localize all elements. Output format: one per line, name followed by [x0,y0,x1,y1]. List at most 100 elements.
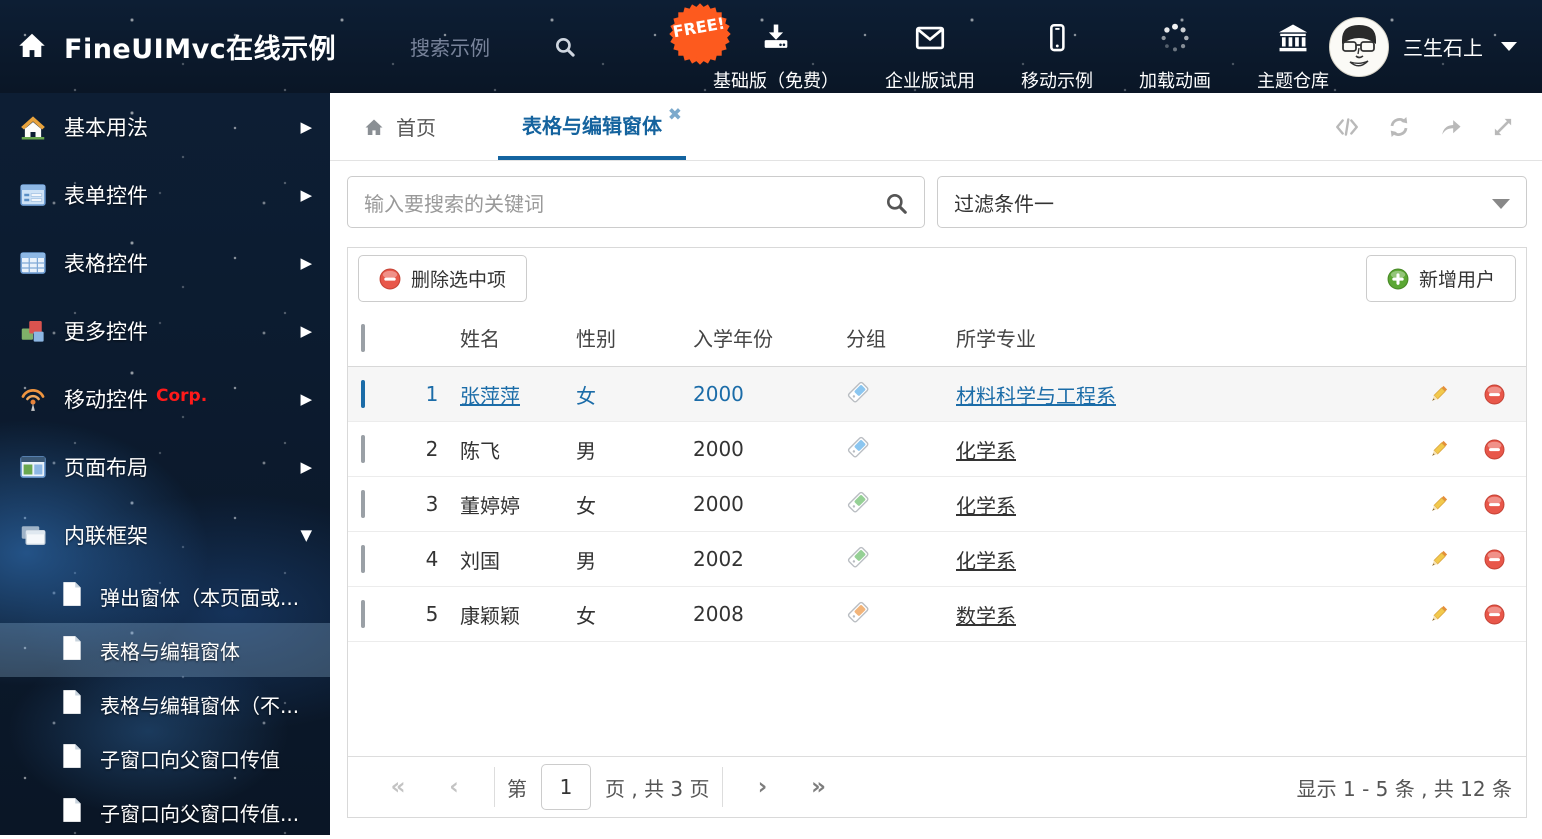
expand-icon[interactable] [1490,114,1516,140]
col-year: 入学年份 [693,327,773,351]
edit-button[interactable] [1414,549,1462,570]
delete-button[interactable] [1462,439,1526,460]
row-checkbox[interactable] [361,380,365,408]
plus-circle-icon [1387,268,1409,289]
tab-grid-edit-window[interactable]: 表格与编辑窗体 ✖ [498,93,686,160]
pencil-icon [1431,385,1447,401]
col-major: 所学专业 [956,327,1036,351]
major-link[interactable]: 数学系 [956,604,1016,628]
row-checkbox[interactable] [361,435,365,463]
table-row[interactable]: 4 刘国 男 2002 化学系 [348,532,1526,587]
record-summary: 显示 1 - 5 条 , 共 12 条 [1296,776,1512,801]
top-nav: 基础版（免费） 企业版试用 移动示例 加载动画 主题仓库 [713,1,1329,93]
last-page-button[interactable]: » [791,774,847,800]
edit-button[interactable] [1414,384,1462,405]
filter-dropdown-value: 过滤条件一 [954,191,1054,216]
minus-circle-icon [1484,384,1504,404]
edit-button[interactable] [1414,494,1462,515]
sidebar-item-grid-controls[interactable]: 表格控件 ▶ [0,229,330,297]
delete-button[interactable] [1462,384,1526,405]
sidebar-item-more-controls[interactable]: 更多控件 ▶ [0,297,330,365]
table-row[interactable]: 3 董婷婷 女 2000 化学系 [348,477,1526,532]
divider [494,767,495,807]
page-icon [60,689,84,719]
keyword-search-input[interactable]: 输入要搜索的关键词 [347,176,925,228]
student-name-link[interactable]: 康颖颖 [460,604,520,628]
minus-circle-icon [379,268,401,289]
user-menu[interactable]: 三生石上 [1329,16,1542,77]
tab-home[interactable]: 首页 [338,93,460,160]
delete-button[interactable] [1462,549,1526,570]
sidebar-subitem-child-to-parent-2[interactable]: 子窗口向父窗口传值... [0,785,330,839]
bank-icon [1276,21,1310,59]
student-name-link[interactable]: 董婷婷 [460,494,520,518]
student-name-link[interactable]: 刘国 [460,549,500,573]
tag-icon [846,545,956,574]
major-link[interactable]: 化学系 [956,439,1016,463]
page-number-input[interactable] [541,764,591,810]
phone-icon [1040,21,1074,59]
major-link[interactable]: 化学系 [956,549,1016,573]
student-name-link[interactable]: 陈飞 [460,439,500,463]
col-name: 姓名 [460,327,500,351]
row-checkbox[interactable] [361,490,365,518]
minus-circle-icon [1484,494,1504,514]
edit-button[interactable] [1414,604,1462,625]
sidebar: 基本用法 ▶ 表单控件 ▶ 表格控件 ▶ 更多控件 ▶ 移动控件 Corp. ▶ [0,93,330,835]
delete-button[interactable] [1462,604,1526,625]
table-row[interactable]: 2 陈飞 男 2000 化学系 [348,422,1526,477]
filter-dropdown[interactable]: 过滤条件一 [937,176,1527,228]
sidebar-item-basic-usage[interactable]: 基本用法 ▶ [0,93,330,161]
tag-icon [846,435,956,464]
next-page-button[interactable]: › [735,774,791,800]
edit-button[interactable] [1414,439,1462,460]
table-header: 姓名 性别 入学年份 分组 所学专业 [348,309,1526,367]
student-name-link[interactable]: 张萍萍 [460,384,520,408]
delete-button[interactable] [1462,494,1526,515]
sidebar-subitem-popup-window[interactable]: 弹出窗体（本页面或... [0,569,330,623]
major-link[interactable]: 化学系 [956,494,1016,518]
search-icon[interactable] [552,34,578,60]
nav-theme-repo[interactable]: 主题仓库 [1257,1,1329,93]
share-icon[interactable] [1438,114,1464,140]
sidebar-item-mobile-controls[interactable]: 移动控件 Corp. ▶ [0,365,330,433]
table-row[interactable]: 1 张萍萍 女 2000 材料科学与工程系 [348,367,1526,422]
tab-toolbar [1334,93,1542,160]
search-icon[interactable] [883,190,910,221]
select-all-checkbox[interactable] [361,323,365,352]
table-empty-space [348,642,1526,756]
nav-mobile-demos[interactable]: 移动示例 [1021,1,1093,93]
nav-enterprise-trial[interactable]: 企业版试用 [885,1,975,93]
row-checkbox[interactable] [361,545,365,573]
source-code-icon[interactable] [1334,114,1360,140]
divider [721,767,723,807]
keyword-placeholder: 输入要搜索的关键词 [364,191,544,216]
minus-circle-icon [1484,604,1504,624]
major-link[interactable]: 材料科学与工程系 [956,384,1116,408]
grid-toolbar: 删除选中项 新增用户 [348,248,1526,309]
tag-icon [846,600,956,629]
row-checkbox[interactable] [361,600,365,628]
frames-icon [16,520,50,550]
sidebar-subitem-grid-edit-window[interactable]: 表格与编辑窗体 [0,623,330,677]
header-search[interactable]: 搜索示例 [410,32,625,61]
first-page-button[interactable]: « [370,774,426,800]
sidebar-item-page-layout[interactable]: 页面布局 ▶ [0,433,330,501]
delete-selected-button[interactable]: 删除选中项 [358,255,528,302]
table-row[interactable]: 5 康颖颖 女 2008 数学系 [348,587,1526,642]
sidebar-item-iframe[interactable]: 内联框架 ▼ [0,501,330,569]
refresh-icon[interactable] [1386,114,1412,140]
sidebar-subitem-child-to-parent[interactable]: 子窗口向父窗口传值 [0,731,330,785]
corp-badge: Corp. [156,386,208,406]
nav-loading-animations[interactable]: 加载动画 [1139,1,1211,93]
main-content: 首页 表格与编辑窗体 ✖ 输入要搜索的关键词 过滤条件一 删除选中项 新增用户 … [330,93,1542,835]
sidebar-subitem-grid-edit-window-2[interactable]: 表格与编辑窗体（不... [0,677,330,731]
prev-page-button[interactable]: ‹ [426,774,482,800]
add-user-button[interactable]: 新增用户 [1365,255,1516,302]
home-tab-icon [365,119,383,135]
top-header: FineUIMvc在线示例 搜索示例 FREE! 基础版（免费） 企业版试用 移… [0,0,1542,93]
close-icon[interactable]: ✖ [668,105,682,125]
app-logo[interactable]: FineUIMvc在线示例 [0,27,410,67]
pencil-icon [1431,495,1447,511]
sidebar-item-form-controls[interactable]: 表单控件 ▶ [0,161,330,229]
